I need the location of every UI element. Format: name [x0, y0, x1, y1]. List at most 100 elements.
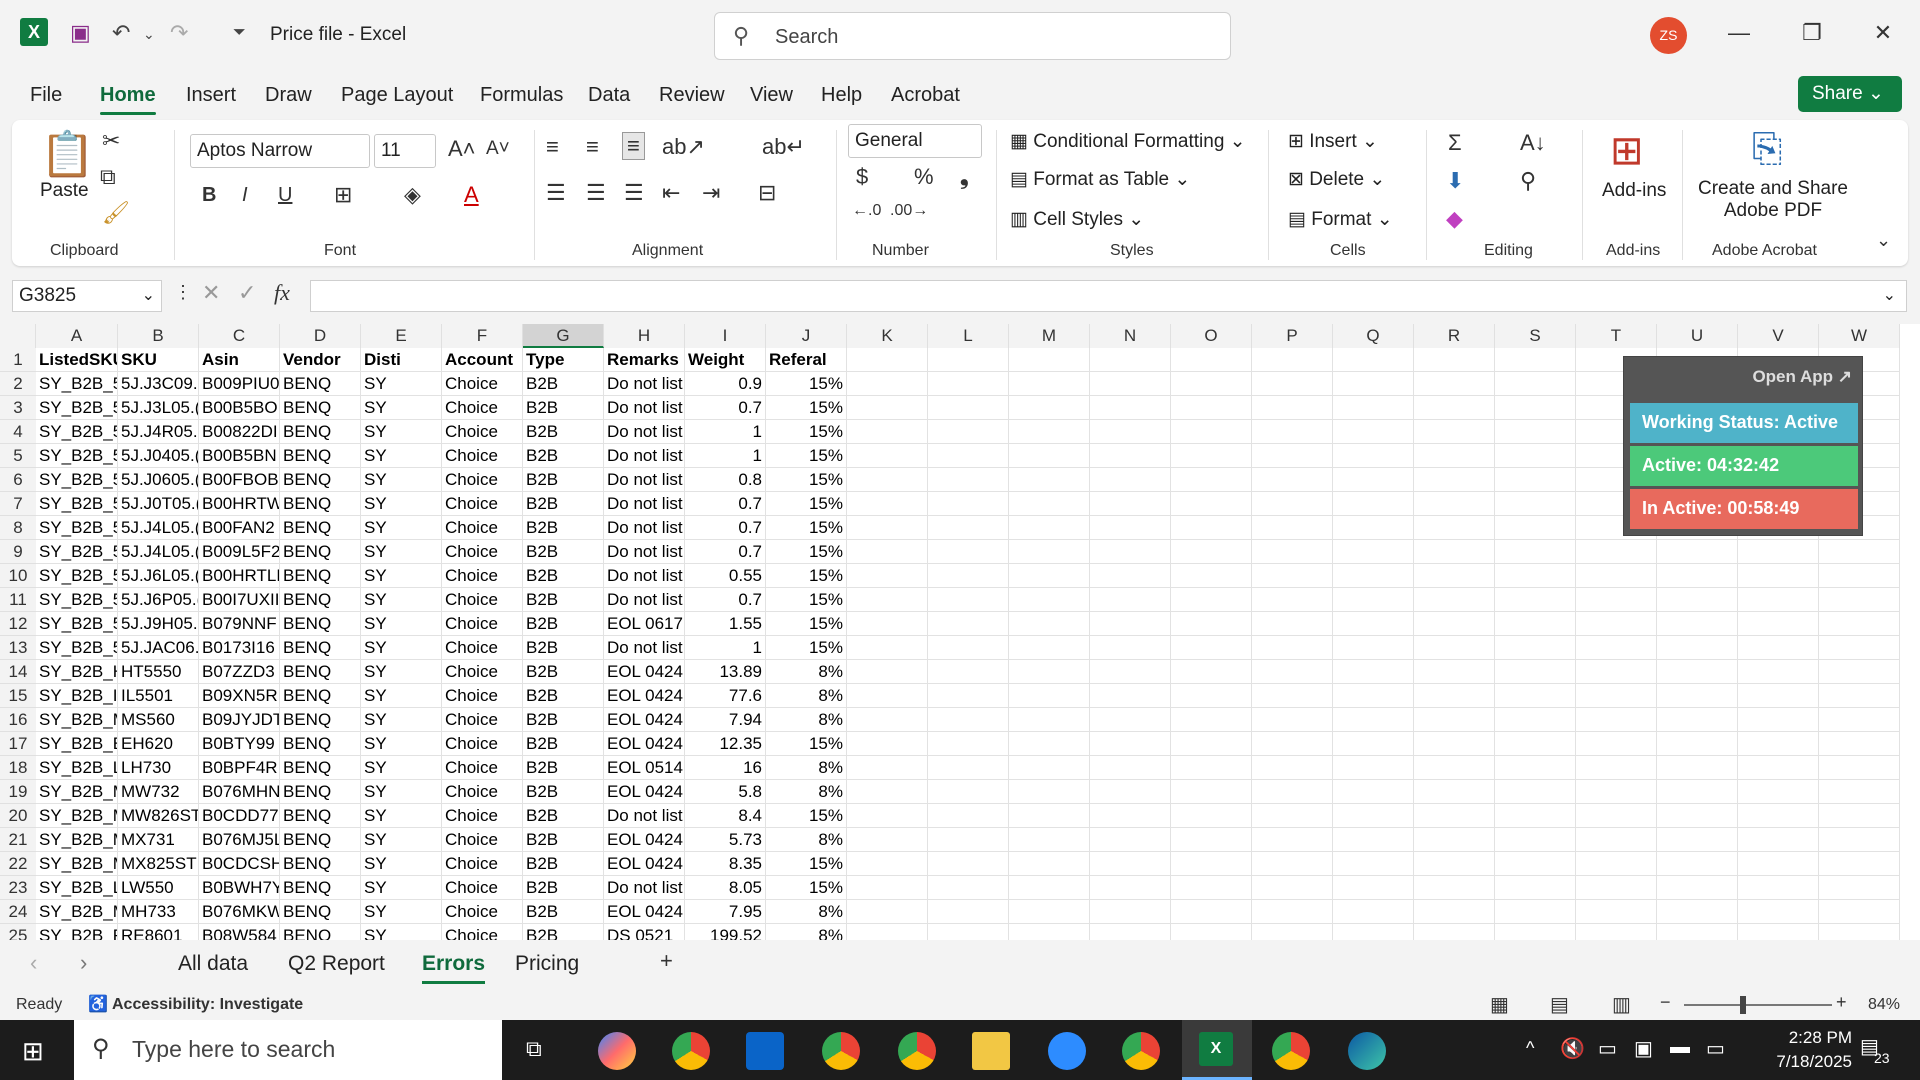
table-cell[interactable]: BENQ — [280, 420, 361, 444]
add-ins-icon[interactable]: ⊞ — [1610, 128, 1644, 174]
table-cell[interactable]: SY — [361, 876, 442, 900]
chrome-profile-2-icon[interactable] — [898, 1032, 936, 1070]
column-header-p[interactable]: P — [1252, 324, 1333, 348]
tab-help[interactable]: Help — [821, 84, 862, 107]
table-cell[interactable] — [1333, 588, 1414, 612]
table-cell[interactable] — [1495, 516, 1576, 540]
table-cell[interactable]: 0.7 — [685, 540, 766, 564]
table-cell[interactable]: SY_B2B_M — [36, 804, 118, 828]
table-cell[interactable]: B2B — [523, 396, 604, 420]
table-cell[interactable] — [1333, 684, 1414, 708]
undo-dropdown-icon[interactable]: ⌄ — [143, 26, 155, 43]
table-cell[interactable] — [1657, 852, 1738, 876]
header-cell[interactable]: ListedSKU — [36, 348, 118, 372]
table-cell[interactable] — [928, 660, 1009, 684]
table-cell[interactable]: BENQ — [280, 468, 361, 492]
display-icon[interactable]: ▣ — [1634, 1036, 1653, 1061]
table-cell[interactable] — [1252, 372, 1333, 396]
table-cell[interactable] — [847, 612, 928, 636]
table-cell[interactable] — [1171, 540, 1252, 564]
tab-review[interactable]: Review — [659, 84, 725, 107]
table-cell[interactable]: B00822DI — [199, 420, 280, 444]
chrome-icon[interactable] — [672, 1032, 710, 1070]
table-cell[interactable]: SY_B2B_5 — [36, 468, 118, 492]
table-cell[interactable] — [1252, 444, 1333, 468]
table-cell[interactable]: EOL 0424 — [604, 732, 685, 756]
table-cell[interactable]: SY_B2B_5 — [36, 588, 118, 612]
table-cell[interactable] — [847, 876, 928, 900]
column-header-i[interactable]: I — [685, 324, 766, 348]
table-cell[interactable] — [1171, 828, 1252, 852]
table-cell[interactable] — [1819, 828, 1900, 852]
table-cell[interactable] — [1171, 780, 1252, 804]
table-cell[interactable] — [1657, 540, 1738, 564]
table-cell[interactable]: SY — [361, 540, 442, 564]
table-cell[interactable]: SY_B2B_5 — [36, 396, 118, 420]
table-cell[interactable]: BENQ — [280, 516, 361, 540]
table-cell[interactable]: B09JYJDT — [199, 708, 280, 732]
table-cell[interactable]: B2B — [523, 468, 604, 492]
align-middle-icon[interactable]: ≡ — [586, 134, 599, 160]
table-cell[interactable] — [1171, 636, 1252, 660]
table-cell[interactable]: Do not list — [604, 420, 685, 444]
edge-icon[interactable] — [1348, 1032, 1386, 1070]
table-cell[interactable] — [1414, 708, 1495, 732]
table-cell[interactable] — [1009, 516, 1090, 540]
table-cell[interactable] — [847, 732, 928, 756]
table-cell[interactable]: B2B — [523, 516, 604, 540]
table-cell[interactable] — [847, 540, 928, 564]
header-cell[interactable] — [1090, 348, 1171, 372]
chrome-profile-icon[interactable] — [822, 1032, 860, 1070]
table-cell[interactable]: BENQ — [280, 636, 361, 660]
table-cell[interactable]: SY — [361, 420, 442, 444]
table-cell[interactable] — [1333, 444, 1414, 468]
table-cell[interactable] — [1657, 636, 1738, 660]
table-cell[interactable] — [1738, 732, 1819, 756]
table-cell[interactable] — [1252, 636, 1333, 660]
table-cell[interactable] — [1495, 612, 1576, 636]
table-cell[interactable]: 5J.J6P05.( — [118, 588, 199, 612]
table-cell[interactable]: Do not list — [604, 588, 685, 612]
header-cell[interactable]: Type — [523, 348, 604, 372]
table-cell[interactable] — [1819, 660, 1900, 684]
table-cell[interactable]: 0.7 — [685, 588, 766, 612]
table-cell[interactable]: 5J.J3C09.( — [118, 372, 199, 396]
table-cell[interactable] — [928, 828, 1009, 852]
table-cell[interactable]: 0.7 — [685, 396, 766, 420]
sheet-tab-q2-report[interactable]: Q2 Report — [288, 952, 385, 976]
zoom-level[interactable]: 84% — [1868, 996, 1900, 1014]
table-cell[interactable] — [1090, 828, 1171, 852]
table-cell[interactable] — [1495, 564, 1576, 588]
table-cell[interactable] — [1414, 780, 1495, 804]
close-icon[interactable]: ✕ — [1868, 20, 1898, 46]
copy-icon[interactable]: ⧉ — [100, 164, 116, 190]
chrome-icon-3[interactable] — [1272, 1032, 1310, 1070]
row-header[interactable]: 1 — [0, 348, 36, 372]
table-cell[interactable] — [1819, 612, 1900, 636]
table-cell[interactable] — [1252, 588, 1333, 612]
header-cell[interactable]: Remarks — [604, 348, 685, 372]
table-cell[interactable] — [1333, 420, 1414, 444]
table-cell[interactable] — [1738, 756, 1819, 780]
table-cell[interactable]: SY — [361, 828, 442, 852]
table-cell[interactable] — [1333, 756, 1414, 780]
table-cell[interactable]: 7.94 — [685, 708, 766, 732]
header-cell[interactable]: Vendor — [280, 348, 361, 372]
row-header[interactable]: 11 — [0, 588, 36, 612]
table-cell[interactable]: Choice — [442, 468, 523, 492]
table-cell[interactable] — [928, 924, 1009, 940]
table-cell[interactable] — [1414, 684, 1495, 708]
header-cell[interactable] — [1252, 348, 1333, 372]
table-cell[interactable] — [928, 708, 1009, 732]
column-header-d[interactable]: D — [280, 324, 361, 348]
table-cell[interactable] — [1009, 612, 1090, 636]
normal-view-icon[interactable]: ▦ — [1490, 992, 1509, 1017]
table-cell[interactable]: 15% — [766, 636, 847, 660]
table-cell[interactable]: SY — [361, 636, 442, 660]
table-cell[interactable] — [1171, 756, 1252, 780]
table-cell[interactable]: Do not list — [604, 876, 685, 900]
table-cell[interactable] — [1171, 876, 1252, 900]
table-cell[interactable]: 0.9 — [685, 372, 766, 396]
table-cell[interactable] — [1090, 636, 1171, 660]
table-cell[interactable] — [1252, 852, 1333, 876]
